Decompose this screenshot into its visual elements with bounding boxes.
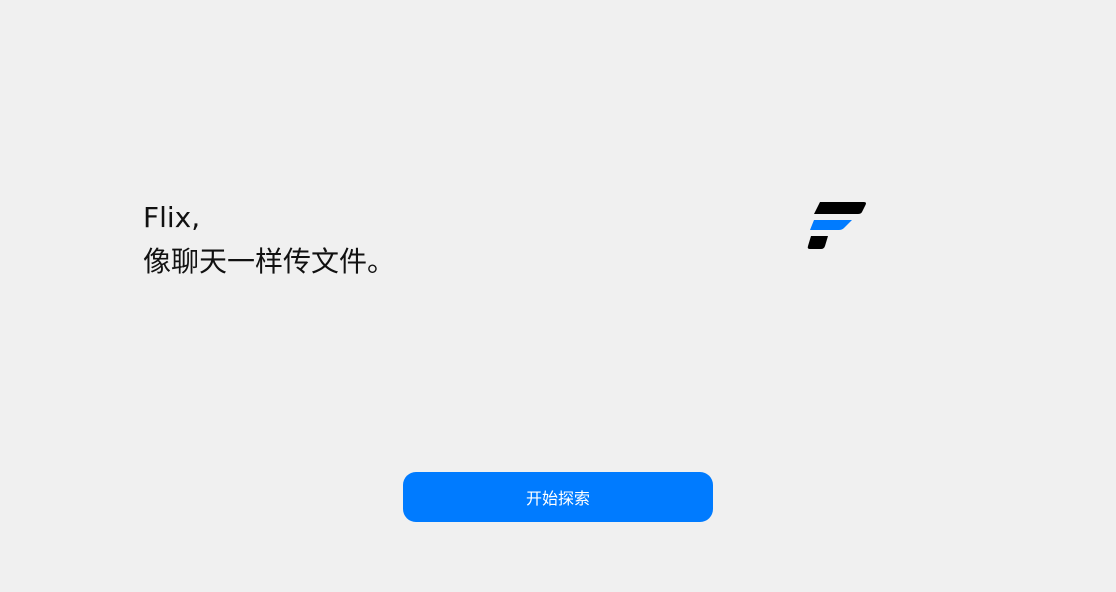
tagline: 像聊天一样传文件。 bbox=[143, 245, 396, 278]
app-name-line: Flix, bbox=[143, 201, 201, 234]
welcome-headline: Flix, 像聊天一样传文件。 bbox=[143, 196, 395, 284]
flix-logo-icon bbox=[806, 200, 868, 252]
start-explore-button[interactable]: 开始探索 bbox=[403, 472, 713, 522]
